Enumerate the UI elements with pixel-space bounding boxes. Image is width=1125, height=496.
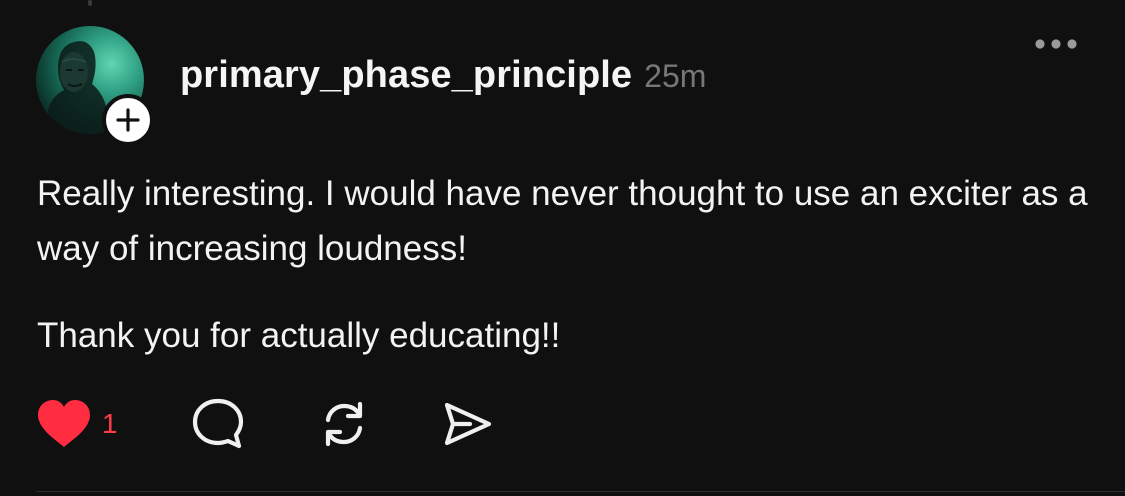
repost-button[interactable] xyxy=(316,394,372,454)
like-button[interactable]: 1 xyxy=(36,394,118,454)
post-paragraph: Thank you for actually educating!! xyxy=(37,316,561,355)
thread-post: primary_phase_principle 25m Really inter… xyxy=(0,0,1125,496)
post-paragraph: Really interesting. I would have never t… xyxy=(37,174,1088,268)
post-header: primary_phase_principle 25m xyxy=(180,54,706,104)
like-count: 1 xyxy=(102,408,118,439)
send-icon xyxy=(444,402,492,446)
post-divider xyxy=(36,491,1125,492)
thread-connector xyxy=(88,0,92,6)
reply-button[interactable] xyxy=(190,394,246,454)
post-timestamp: 25m xyxy=(644,58,707,94)
share-button[interactable] xyxy=(440,394,496,454)
author-username[interactable]: primary_phase_principle xyxy=(180,54,632,97)
heart-icon xyxy=(38,400,90,447)
repost-icon xyxy=(325,401,363,447)
follow-button[interactable] xyxy=(102,94,154,146)
more-options-button[interactable] xyxy=(1030,30,1082,58)
post-body: Really interesting. I would have never t… xyxy=(37,166,1097,363)
more-options-icon xyxy=(1035,39,1077,49)
plus-icon xyxy=(116,108,140,132)
comment-bubble-icon xyxy=(192,398,244,449)
